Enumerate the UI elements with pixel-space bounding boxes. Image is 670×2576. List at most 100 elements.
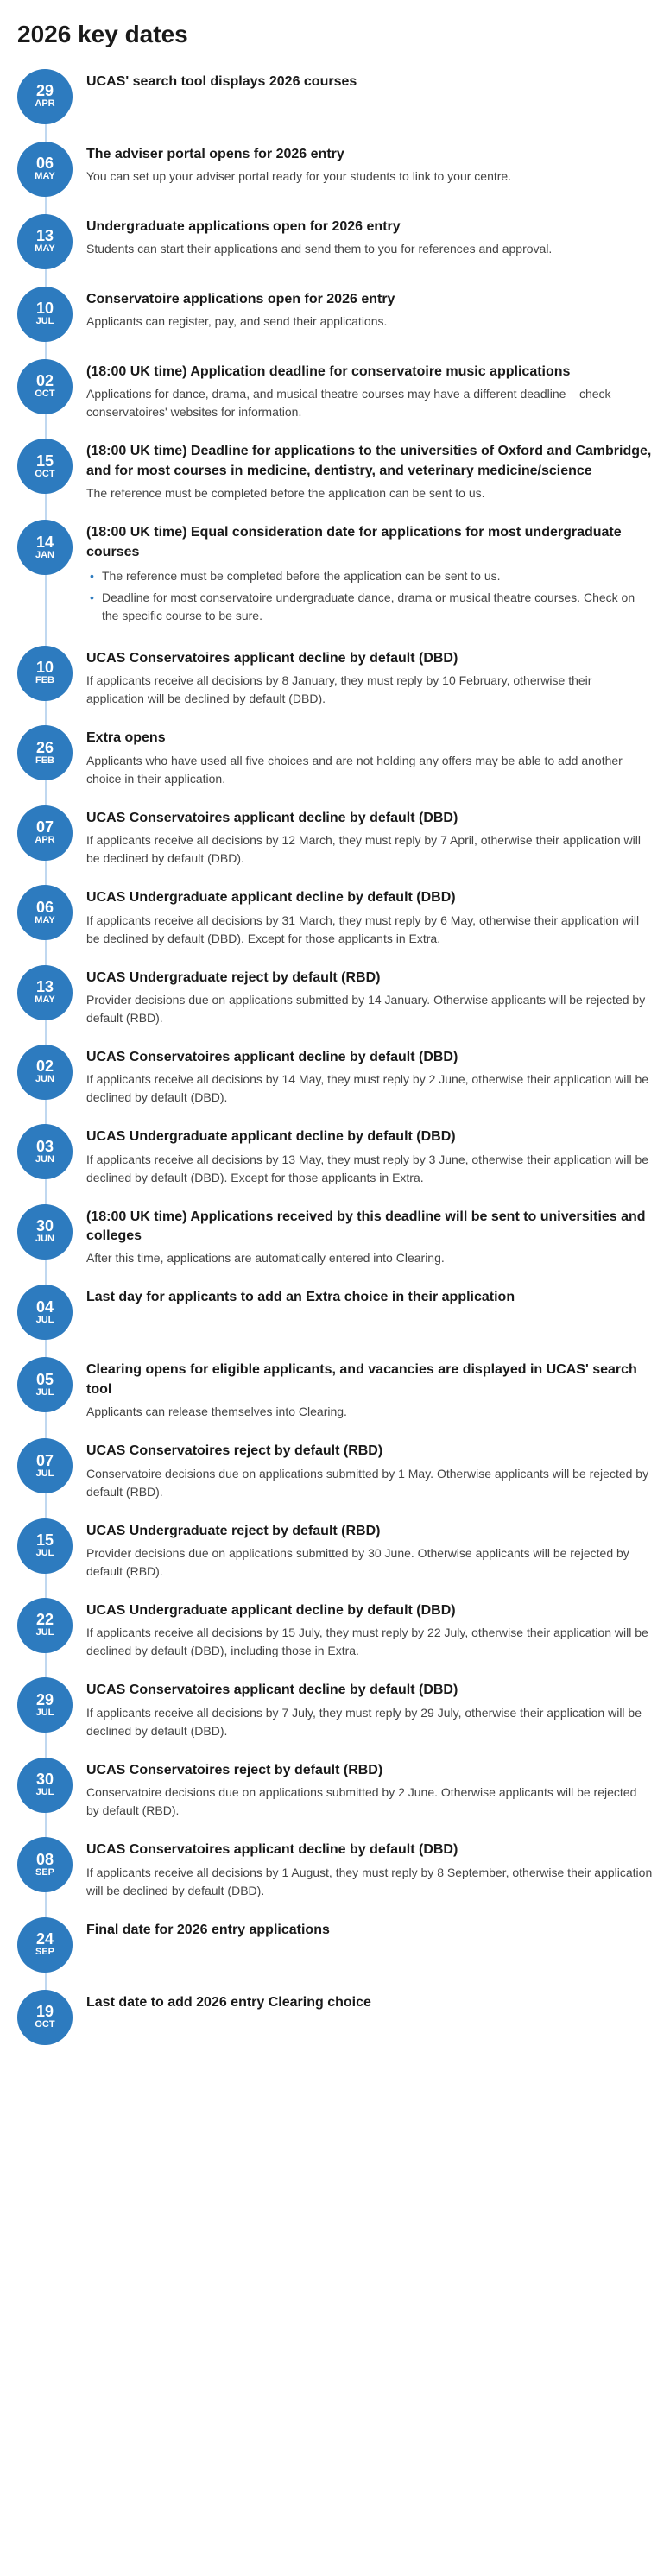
entry-content: UCAS Conservatoires applicant decline by…	[86, 1045, 653, 1107]
entry-title: Undergraduate applications open for 2026…	[86, 218, 653, 237]
entry-title: (18:00 UK time) Application deadline for…	[86, 363, 653, 382]
date-badge: 30JUN	[17, 1204, 73, 1260]
entry-content: UCAS' search tool displays 2026 courses	[86, 69, 653, 95]
entry-title: UCAS Undergraduate reject by default (RB…	[86, 1522, 653, 1541]
badge-day: 26	[36, 740, 54, 755]
date-badge: 13MAY	[17, 214, 73, 269]
entry-content: UCAS Undergraduate applicant decline by …	[86, 1598, 653, 1660]
badge-month: JUL	[36, 1787, 54, 1798]
timeline-entry: 26FEB Extra opens Applicants who have used…	[17, 725, 653, 787]
badge-month: OCT	[35, 469, 54, 480]
date-badge: 05JUL	[17, 1357, 73, 1412]
entry-content: Clearing opens for eligible applicants, …	[86, 1357, 653, 1421]
timeline-entry: 05JULClearing opens for eligible applica…	[17, 1357, 653, 1421]
entry-title: Last date to add 2026 entry Clearing cho…	[86, 1993, 653, 2012]
badge-month: OCT	[35, 388, 54, 400]
entry-content: (18:00 UK time) Application deadline for…	[86, 359, 653, 421]
entry-content: Last day for applicants to add an Extra …	[86, 1285, 653, 1310]
date-badge: 04JUL	[17, 1285, 73, 1340]
badge-day: 29	[36, 1692, 54, 1708]
entry-desc: Applicants can release themselves into C…	[86, 1403, 653, 1421]
bullet-item: Deadline for most conservatoire undergra…	[86, 589, 653, 625]
timeline-entry: 19OCT Last date to add 2026 entry Clearin…	[17, 1990, 653, 2045]
badge-day: 06	[36, 155, 54, 171]
timeline: 29APR UCAS' search tool displays 2026 cou…	[17, 69, 653, 2045]
badge-day: 03	[36, 1139, 54, 1154]
entry-desc: If applicants receive all decisions by 1…	[86, 1624, 653, 1660]
badge-month: JUL	[36, 1387, 54, 1398]
entry-title: UCAS Undergraduate applicant decline by …	[86, 888, 653, 907]
date-badge: 02OCT	[17, 359, 73, 414]
badge-month: SEP	[35, 1947, 54, 1958]
date-badge: 06MAY	[17, 142, 73, 197]
entry-title: (18:00 UK time) Equal consideration date…	[86, 523, 653, 562]
timeline-entry: 24SEPFinal date for 2026 entry applicati…	[17, 1917, 653, 1973]
badge-day: 15	[36, 453, 54, 469]
date-badge: 26FEB	[17, 725, 73, 780]
badge-day: 29	[36, 83, 54, 98]
timeline-entry: 22JULUCAS Undergraduate applicant declin…	[17, 1598, 653, 1660]
badge-month: JUL	[36, 316, 54, 327]
badge-month: JAN	[35, 550, 54, 561]
entry-title: The adviser portal opens for 2026 entry	[86, 145, 653, 164]
entry-content: Extra opens Applicants who have used all …	[86, 725, 653, 787]
date-badge: 15JUL	[17, 1518, 73, 1574]
date-badge: 19OCT	[17, 1990, 73, 2045]
entry-title: Extra opens	[86, 729, 653, 748]
entry-content: UCAS Conservatoires applicant decline by…	[86, 805, 653, 868]
timeline-entry: 07JULUCAS Conservatoires reject by defau…	[17, 1438, 653, 1500]
badge-month: JUL	[36, 1315, 54, 1326]
entry-content: UCAS Undergraduate applicant decline by …	[86, 1124, 653, 1186]
entry-desc: Students can start their applications an…	[86, 240, 653, 258]
date-badge: 22JUL	[17, 1598, 73, 1653]
date-badge: 07APR	[17, 805, 73, 861]
entry-content: Last date to add 2026 entry Clearing cho…	[86, 1990, 653, 2016]
badge-day: 04	[36, 1299, 54, 1315]
timeline-entry: 30JUN(18:00 UK time) Applications receiv…	[17, 1204, 653, 1268]
badge-month: MAY	[35, 994, 54, 1006]
entry-title: Conservatoire applications open for 2026…	[86, 290, 653, 309]
timeline-entry: 15JUL UCAS Undergraduate reject by defaul…	[17, 1518, 653, 1581]
date-badge: 07JUL	[17, 1438, 73, 1493]
date-badge: 29APR	[17, 69, 73, 124]
entry-content: Conservatoire applications open for 2026…	[86, 287, 653, 331]
badge-month: FEB	[35, 755, 54, 767]
entry-content: The adviser portal opens for 2026 entryY…	[86, 142, 653, 186]
date-badge: 24SEP	[17, 1917, 73, 1973]
entry-title: UCAS Conservatoires applicant decline by…	[86, 1840, 653, 1859]
entry-title: UCAS' search tool displays 2026 courses	[86, 73, 653, 92]
entry-desc: If applicants receive all decisions by 7…	[86, 1704, 653, 1740]
entry-desc: If applicants receive all decisions by 1…	[86, 1070, 653, 1107]
entry-desc: Provider decisions due on applications s…	[86, 1544, 653, 1581]
badge-day: 08	[36, 1852, 54, 1867]
entry-desc: If applicants receive all decisions by 1…	[86, 1864, 653, 1900]
date-badge: 13MAY	[17, 965, 73, 1020]
entry-content: (18:00 UK time) Applications received by…	[86, 1204, 653, 1268]
badge-day: 10	[36, 660, 54, 675]
date-badge: 08SEP	[17, 1837, 73, 1892]
entry-desc: If applicants receive all decisions by 1…	[86, 831, 653, 868]
entry-content: Undergraduate applications open for 2026…	[86, 214, 653, 258]
timeline-entry: 06MAY UCAS Undergraduate applicant declin…	[17, 885, 653, 947]
badge-month: SEP	[35, 1867, 54, 1878]
entry-title: UCAS Conservatoires applicant decline by…	[86, 809, 653, 828]
entry-desc: If applicants receive all decisions by 3…	[86, 912, 653, 948]
date-badge: 10FEB	[17, 646, 73, 701]
badge-month: MAY	[35, 915, 54, 926]
entry-title: (18:00 UK time) Deadline for application…	[86, 442, 653, 481]
badge-day: 15	[36, 1532, 54, 1548]
date-badge: 02JUN	[17, 1045, 73, 1100]
badge-day: 10	[36, 300, 54, 316]
timeline-entry: 13MAYUCAS Undergraduate reject by defaul…	[17, 965, 653, 1027]
entry-desc: Applicants who have used all five choice…	[86, 752, 653, 788]
entry-content: (18:00 UK time) Deadline for application…	[86, 439, 653, 502]
timeline-entry: 10JUL Conservatoire applications open for…	[17, 287, 653, 342]
badge-month: JUL	[36, 1468, 54, 1480]
entry-desc: The reference must be completed before t…	[86, 484, 653, 502]
badge-day: 06	[36, 900, 54, 915]
page-title: 2026 key dates	[17, 21, 653, 48]
timeline-entry: 08SEP UCAS Conservatoires applicant decli…	[17, 1837, 653, 1899]
badge-day: 30	[36, 1218, 54, 1234]
badge-month: JUL	[36, 1548, 54, 1559]
entry-content: UCAS Conservatoires reject by default (R…	[86, 1438, 653, 1500]
